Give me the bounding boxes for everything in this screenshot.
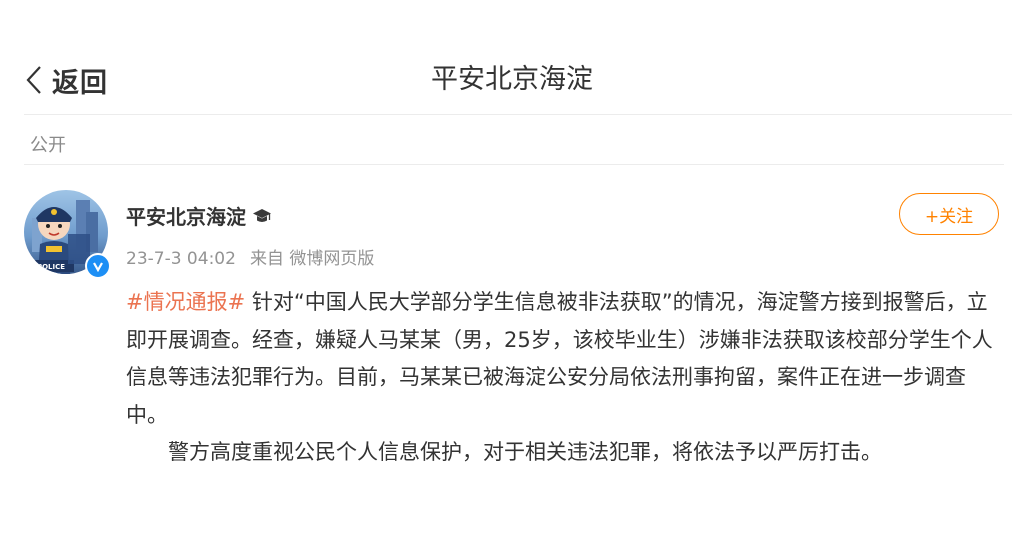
verified-badge-icon bbox=[85, 253, 111, 279]
post-text: 针对“中国人民大学部分学生信息被非法获取”的情况，海淀警方接到报警后，立即开展调… bbox=[126, 290, 993, 427]
divider bbox=[24, 114, 1012, 115]
author-name[interactable]: 平安北京海淀 bbox=[126, 201, 246, 230]
author-row: 平安北京海淀 bbox=[126, 201, 272, 230]
post-paragraph: #情况通报# 针对“中国人民大学部分学生信息被非法获取”的情况，海淀警方接到报警… bbox=[126, 284, 1006, 434]
hashtag-link[interactable]: #情况通报# bbox=[126, 290, 245, 314]
page-title: 平安北京海淀 bbox=[431, 64, 593, 95]
graduation-cap-icon bbox=[252, 207, 272, 225]
post-body: #情况通报# 针对“中国人民大学部分学生信息被非法获取”的情况，海淀警方接到报警… bbox=[126, 284, 1006, 472]
post-paragraph: 警方高度重视公民个人信息保护，对于相关违法犯罪，将依法予以严厉打击。 bbox=[168, 440, 882, 464]
post-meta: 23-7-3 04:02 来自 微博网页版 bbox=[126, 244, 374, 269]
follow-button[interactable]: +关注 bbox=[899, 193, 999, 235]
top-bar: 返回 平安北京海淀 bbox=[0, 0, 1024, 115]
visibility-label: 公开 bbox=[30, 135, 66, 156]
avatar-text: POLICE bbox=[37, 263, 65, 271]
divider bbox=[24, 164, 1004, 165]
post-source: 来自 微博网页版 bbox=[249, 249, 375, 269]
back-label: 返回 bbox=[52, 67, 108, 99]
back-button[interactable]: 返回 bbox=[24, 60, 108, 100]
chevron-left-icon bbox=[24, 64, 46, 96]
post-timestamp[interactable]: 23-7-3 04:02 bbox=[126, 249, 236, 269]
